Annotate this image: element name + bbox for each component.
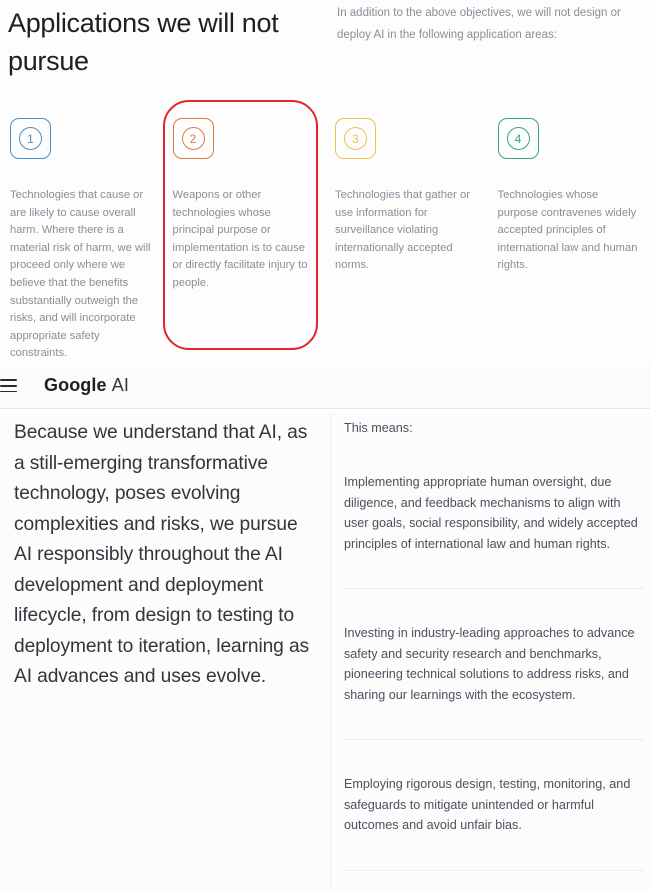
principle-card-text-3: Technologies that gather or use informat…	[335, 189, 470, 272]
principle-card-text-1: Technologies that cause or are likely to…	[10, 189, 151, 360]
means-list-item-4: Promoting privacy and security, and resp…	[344, 869, 644, 890]
card-number-2: 2	[181, 127, 205, 150]
page-title: Applications we will not pursue	[8, 8, 279, 76]
hamburger-menu-icon[interactable]	[0, 379, 18, 393]
hamburger-line-3	[0, 390, 17, 393]
brand-secondary: AI	[111, 375, 129, 395]
principle-card-text-2: Weapons or other technologies whose prin…	[172, 189, 308, 289]
site-header: Google AI	[0, 366, 650, 409]
card-number-4: 4	[506, 127, 530, 150]
means-list-item-2: Investing in industry-leading approaches…	[344, 588, 644, 705]
number-badge-icon-2: 2	[172, 118, 214, 159]
brand-primary: Google	[44, 375, 107, 395]
principle-card-4[interactable]: 4 Technologies whose purpose contravenes…	[488, 118, 650, 363]
responsible-ai-panel: Because we understand that AI, as a stil…	[0, 412, 650, 890]
lead-paragraph: Because we understand that AI, as a stil…	[14, 422, 310, 687]
means-list-item-1: Implementing appropriate human oversight…	[344, 475, 638, 551]
principle-card-text-4: Technologies whose purpose contravenes w…	[497, 189, 638, 272]
principle-card-3[interactable]: 3 Technologies that gather or use inform…	[325, 118, 488, 363]
principle-card-2[interactable]: 2 Weapons or other technologies whose pr…	[163, 118, 326, 363]
intro-paragraph: In addition to the above objectives, we …	[337, 7, 621, 41]
brand-logo[interactable]: Google AI	[44, 375, 129, 396]
hamburger-line-1	[0, 379, 17, 381]
this-means-column: This means: Implementing appropriate hum…	[344, 418, 644, 890]
principle-card-1[interactable]: 1 Technologies that cause or are likely …	[0, 118, 163, 363]
applications-not-pursued-panel: Applications we will not pursue In addit…	[0, 0, 650, 408]
means-list-item-3: Employing rigorous design, testing, moni…	[344, 739, 644, 836]
principle-cards-row: 1 Technologies that cause or are likely …	[0, 118, 650, 363]
number-badge-icon-4: 4	[497, 118, 539, 159]
hamburger-line-2	[0, 384, 17, 387]
card-number-3: 3	[344, 127, 367, 150]
column-divider	[330, 412, 331, 890]
this-means-label: This means:	[344, 421, 413, 435]
card-number-1: 1	[19, 127, 42, 150]
number-badge-icon-3: 3	[335, 118, 376, 159]
number-badge-icon-1: 1	[10, 118, 51, 159]
